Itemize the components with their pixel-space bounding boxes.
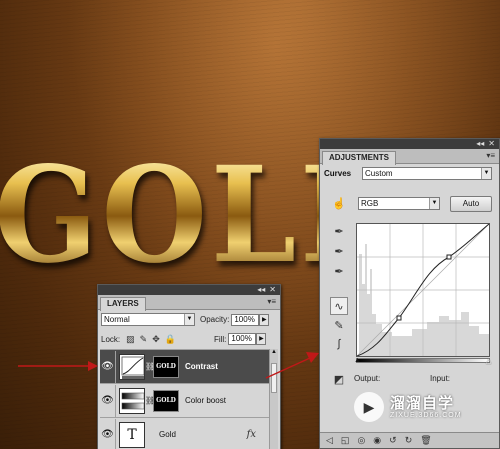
layer-name[interactable]: Gold [159, 430, 176, 439]
layer-row-contrast[interactable]: 👁 ⛓ GOLD Contrast [100, 349, 270, 383]
link-chain-icon[interactable]: ⛓ [145, 396, 155, 405]
opacity-label: Opacity: [200, 315, 230, 324]
layer-mask-thumbnail[interactable]: GOLD [153, 355, 179, 378]
layers-panel: ◂◂ ✕ LAYERS ▾≡ Normal ▼ Opacity: 100% ▶ … [97, 284, 281, 449]
watermark-text: 溜溜自学 ZIXUE.3D66.COM [390, 395, 462, 419]
visibility-eye-icon[interactable]: 👁 [100, 418, 116, 449]
chevron-down-icon: ▼ [184, 314, 194, 325]
lock-all-icon[interactable]: 🔒 [165, 334, 176, 344]
lock-transparency-icon[interactable]: ▨ [126, 334, 135, 344]
collapse-icon[interactable]: ◂◂ [476, 139, 484, 149]
layer-name[interactable]: Contrast [185, 362, 218, 371]
gradient-map-icon [119, 387, 145, 414]
visibility-eye-icon[interactable]: 👁 [100, 350, 116, 383]
layers-tab-row: LAYERS ▾≡ [98, 295, 280, 311]
visibility-eye-icon[interactable]: 👁 [100, 384, 116, 417]
clipping-warning-icon[interactable]: ◩ [330, 371, 348, 389]
watermark: ▶ 溜溜自学 ZIXUE.3D66.COM [350, 386, 494, 428]
input-gradient-bar [356, 358, 490, 363]
curve-point[interactable] [446, 254, 452, 260]
toggle-visibility-icon[interactable]: ◉ [373, 435, 381, 446]
blend-mode-dropdown[interactable]: Normal ▼ [101, 313, 195, 326]
panel-topbar: ◂◂ ✕ [320, 139, 499, 149]
chevron-down-icon: ▼ [481, 168, 491, 179]
layer-mask-thumbnail[interactable]: GOLD [153, 389, 179, 412]
lock-fill-row: Lock: ▨ ✎ ✥ 🔒 Fill: 100% ▶ [101, 333, 267, 345]
curve-point[interactable] [396, 315, 402, 321]
lock-pixels-icon[interactable]: ✎ [140, 334, 148, 344]
opacity-input[interactable]: 100% [231, 313, 260, 326]
layer-name[interactable]: Color boost [185, 396, 226, 405]
opacity-slider-button[interactable]: ▶ [259, 313, 270, 326]
gray-point-eyedropper-icon[interactable]: ✒ [330, 243, 348, 261]
auto-button[interactable]: Auto [450, 196, 492, 212]
collapse-icon[interactable]: ◂◂ [257, 285, 265, 295]
adjustments-bottom-bar: ◁ ◱ ◎ ◉ ↺ ↻ 🗑 [320, 432, 499, 448]
panel-topbar: ◂◂ ✕ [98, 285, 280, 295]
lock-position-icon[interactable]: ✥ [152, 334, 160, 344]
fill-slider-button[interactable]: ▶ [256, 333, 267, 345]
channel-value: RGB [361, 199, 379, 208]
output-label: Output: [354, 374, 381, 383]
smooth-curve-icon[interactable]: ∫ [330, 335, 348, 353]
histogram [359, 244, 489, 356]
curves-graph-svg [356, 223, 490, 357]
layer-effects-icon[interactable]: fx [247, 429, 256, 440]
close-panel-icon[interactable]: ✕ [488, 139, 495, 149]
reset-icon[interactable]: ↻ [405, 435, 413, 446]
tab-layers[interactable]: LAYERS [100, 297, 146, 311]
channel-dropdown[interactable]: RGB ▼ [358, 197, 440, 210]
lock-icons: ▨ ✎ ✥ 🔒 [126, 334, 176, 344]
fill-input[interactable]: 100% [228, 333, 257, 345]
annotation-arrow-right [265, 352, 319, 379]
curves-graph[interactable] [356, 223, 490, 357]
input-label: Input: [430, 374, 451, 383]
preset-dropdown[interactable]: Custom ▼ [362, 167, 492, 180]
preset-value: Custom [365, 169, 393, 178]
blend-mode-value: Normal [104, 315, 130, 324]
on-image-adjust-icon[interactable]: ☝ [330, 195, 348, 213]
black-point-eyedropper-icon[interactable]: ✒ [330, 223, 348, 241]
blend-opacity-row: Normal ▼ Opacity: 100% ▶ [101, 313, 270, 326]
white-point-eyedropper-icon[interactable]: ✒ [330, 263, 348, 281]
delete-adjustment-icon[interactable]: 🗑 [420, 435, 431, 446]
watermark-sub: ZIXUE.3D66.COM [390, 412, 462, 419]
curve-point-tool-icon[interactable]: ∿ [330, 297, 348, 315]
tab-adjustments[interactable]: ADJUSTMENTS [322, 151, 397, 165]
white-slider-icon[interactable]: △ [486, 357, 491, 365]
layer-row-gold[interactable]: 👁 T Gold fx [100, 417, 270, 449]
curves-adjustment-icon [119, 353, 145, 380]
black-slider-icon[interactable]: ▲ [354, 357, 361, 364]
lock-label: Lock: [101, 334, 121, 344]
clip-to-layer-icon[interactable]: ◎ [357, 435, 365, 446]
play-logo-icon: ▶ [354, 392, 384, 422]
pencil-draw-icon[interactable]: ✎ [330, 317, 348, 335]
panel-menu-icon[interactable]: ▾≡ [267, 297, 276, 306]
adjustment-name-label: Curves [324, 169, 352, 178]
link-chain-icon[interactable]: ⛓ [145, 362, 155, 371]
previous-state-icon[interactable]: ↺ [389, 435, 397, 446]
type-layer-icon: T [119, 421, 145, 448]
layer-row-color-boost[interactable]: 👁 ⛓ GOLD Color boost [100, 383, 270, 417]
panel-menu-icon[interactable]: ▾≡ [486, 151, 495, 160]
close-panel-icon[interactable]: ✕ [269, 285, 276, 295]
annotation-arrow-left [18, 361, 98, 371]
adjustments-tab-row: ADJUSTMENTS ▾≡ [320, 149, 499, 165]
return-to-list-icon[interactable]: ◁ [326, 435, 333, 446]
fill-label: Fill: [213, 334, 227, 344]
chevron-down-icon: ▼ [429, 198, 439, 209]
watermark-main: 溜溜自学 [390, 395, 455, 412]
expand-view-icon[interactable]: ◱ [341, 435, 350, 446]
